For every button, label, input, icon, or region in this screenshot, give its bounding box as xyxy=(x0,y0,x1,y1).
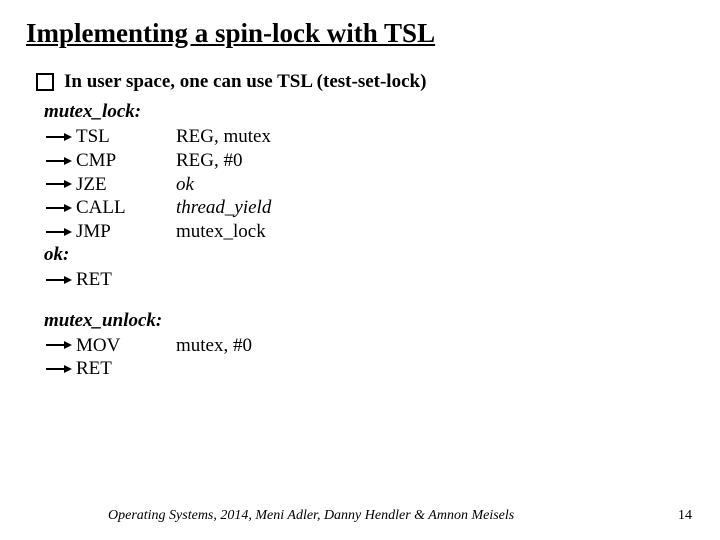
page-number: 14 xyxy=(678,508,692,524)
code-unlock: mutex_unlock: MOV mutex, #0 RET xyxy=(44,310,694,382)
footer-text: Operating Systems, 2014, Meni Adler, Dan… xyxy=(108,508,514,524)
code-row: RET xyxy=(44,357,694,381)
arrow-icon xyxy=(44,178,76,190)
code-row: RET xyxy=(44,268,694,292)
slide-title: Implementing a spin-lock with TSL xyxy=(26,18,694,49)
arrow-icon xyxy=(44,226,76,238)
mnemonic: MOV xyxy=(76,334,176,358)
code-row: CALL thread_yield xyxy=(44,196,694,220)
bullet-row: In user space, one can use TSL (test-set… xyxy=(36,71,694,93)
arrow-icon xyxy=(44,274,76,286)
mnemonic: JZE xyxy=(76,173,176,197)
arrow-icon xyxy=(44,202,76,214)
arrow-icon xyxy=(44,339,76,351)
operand: mutex, #0 xyxy=(176,334,694,358)
operand: ok xyxy=(176,173,694,197)
footer: Operating Systems, 2014, Meni Adler, Dan… xyxy=(0,508,720,524)
code-row: MOV mutex, #0 xyxy=(44,334,694,358)
mnemonic: CMP xyxy=(76,149,176,173)
slide: Implementing a spin-lock with TSL In use… xyxy=(0,0,720,540)
operand: mutex_lock xyxy=(176,220,694,244)
arrow-icon xyxy=(44,131,76,143)
operand: REG, #0 xyxy=(176,149,694,173)
bullet-text: In user space, one can use TSL (test-set… xyxy=(64,71,426,93)
label-ok: ok: xyxy=(44,244,694,266)
arrow-icon xyxy=(44,155,76,167)
mnemonic: TSL xyxy=(76,125,176,149)
arrow-icon xyxy=(44,363,76,375)
label-mutex-lock: mutex_lock: xyxy=(44,101,694,123)
mnemonic: CALL xyxy=(76,196,176,220)
code-row: JMP mutex_lock xyxy=(44,220,694,244)
code-row: CMP REG, #0 xyxy=(44,149,694,173)
code-row: TSL REG, mutex xyxy=(44,125,694,149)
checkbox-icon xyxy=(36,73,54,91)
code-lock: mutex_lock: TSL REG, mutex CMP REG, #0 J… xyxy=(44,101,694,292)
operand: thread_yield xyxy=(176,196,694,220)
mnemonic: JMP xyxy=(76,220,176,244)
operand: REG, mutex xyxy=(176,125,694,149)
code-row: JZE ok xyxy=(44,173,694,197)
mnemonic: RET xyxy=(76,268,176,292)
mnemonic: RET xyxy=(76,357,176,381)
label-mutex-unlock: mutex_unlock: xyxy=(44,310,694,332)
